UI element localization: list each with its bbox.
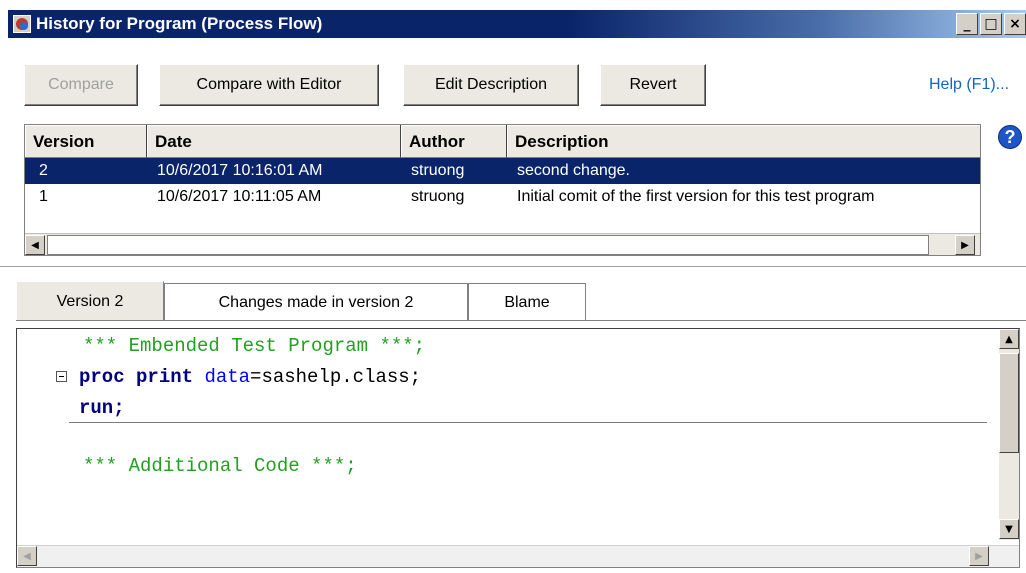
column-header-version[interactable]: Version [25,125,147,158]
window-title: History for Program (Process Flow) [36,14,323,33]
pane-splitter[interactable] [0,266,1026,269]
compare-with-editor-button[interactable]: Compare with Editor [159,64,379,106]
minimize-button[interactable]: _ [956,13,978,35]
code-editor[interactable]: *** Embended Test Program ***; proc prin… [16,328,1020,568]
scroll-up-arrow-icon[interactable]: ▲ [999,329,1019,349]
grid-header: Version Date Author Description [25,125,980,158]
keyword-proc: proc [79,366,125,388]
close-button[interactable]: × [1004,13,1026,35]
scroll-left-arrow-icon[interactable]: ◀ [25,235,45,255]
fold-separator [69,422,987,423]
help-icon[interactable]: ? [998,125,1022,149]
scroll-right-arrow-icon[interactable]: ▶ [969,546,989,566]
column-header-date[interactable]: Date [147,125,401,158]
column-header-description[interactable]: Description [507,125,980,158]
fold-toggle-icon[interactable] [56,371,67,382]
tab-divider [16,320,1026,321]
tab-version-2[interactable]: Version 2 [16,281,164,321]
edit-description-button[interactable]: Edit Description [403,64,579,106]
code-line-4: *** Additional Code ***; [83,455,357,477]
cell-version: 1 [39,188,48,205]
history-grid[interactable]: Version Date Author Description 2 10/6/2… [24,124,981,256]
window-title-bar[interactable]: History for Program (Process Flow) _ □ × [8,10,1026,38]
help-link[interactable]: Help (F1)... [929,76,1009,94]
editor-horizontal-scrollbar[interactable]: ◀ ▶ [17,545,1019,567]
tab-changes[interactable]: Changes made in version 2 [164,283,468,321]
table-row[interactable]: 1 10/6/2017 10:11:05 AM struong Initial … [25,184,980,210]
scroll-thumb[interactable] [999,353,1019,453]
app-icon [13,15,31,33]
column-header-author[interactable]: Author [401,125,507,158]
code-line-3: run; [79,397,125,419]
cell-date: 10/6/2017 10:16:01 AM [157,162,323,179]
cell-version: 2 [39,162,48,179]
cell-description: second change. [517,162,630,179]
compare-button[interactable]: Compare [24,64,138,106]
cell-description: Initial comit of the first version for t… [517,188,875,205]
cell-author: struong [411,162,465,179]
cell-date: 10/6/2017 10:11:05 AM [157,188,322,205]
scroll-left-arrow-icon[interactable]: ◀ [17,546,37,566]
scroll-right-arrow-icon[interactable]: ▶ [955,235,975,255]
tab-blame[interactable]: Blame [468,283,586,321]
scroll-down-arrow-icon[interactable]: ▼ [999,519,1019,539]
revert-button[interactable]: Revert [600,64,706,106]
grid-horizontal-scrollbar[interactable]: ◀ ▶ [25,233,980,255]
option-data: data [204,366,251,388]
cell-author: struong [411,188,465,205]
scroll-thumb[interactable] [47,235,929,255]
window-controls: _ □ × [956,13,1026,35]
code-line-1: *** Embended Test Program ***; [83,335,426,357]
code-line-2-rest: =sashelp.class; [250,366,422,388]
code-line-2: proc print data=sashelp.class; [79,362,421,392]
table-row[interactable]: 2 10/6/2017 10:16:01 AM struong second c… [25,158,980,184]
editor-vertical-scrollbar[interactable]: ▲ ▼ [999,329,1019,540]
maximize-button[interactable]: □ [980,13,1002,35]
keyword-print: print [136,366,194,388]
